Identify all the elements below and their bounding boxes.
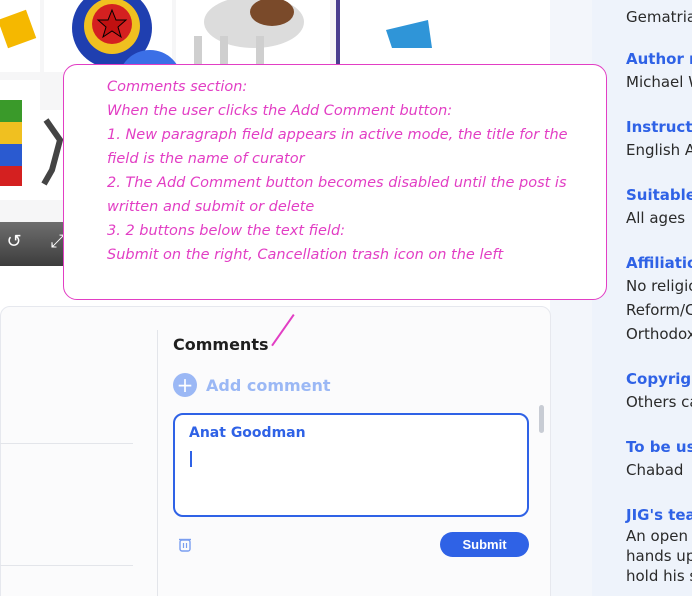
column-divider [157,330,158,596]
author-section: Author n Michael W [626,48,692,94]
suitable-label: Suitable f [626,186,692,204]
add-comment-button[interactable]: + Add comment [173,373,331,397]
suitable-section: Suitable f All ages [626,184,692,230]
jig-section: JIG's teac An open hands up hold his s [626,504,692,586]
to-be-used-label: To be use [626,438,692,456]
annotation-line: Submit on the right, Cancellation trash … [107,247,504,263]
author-value: Michael W [626,73,692,91]
curator-name: Anat Goodman [189,425,306,441]
add-comment-label: Add comment [206,375,331,395]
gematria-value: Gematria [626,8,692,26]
logo-image[interactable] [336,0,450,72]
annotation-line: 1. New paragraph field appears in active… [107,127,568,143]
page: ↺ ⤢ Gematria Author n Michael W Instruct… [0,0,692,596]
lego-brick-image[interactable] [0,0,40,72]
rotate-icon[interactable]: ↺ [2,230,26,254]
trash-icon[interactable] [177,536,193,552]
suitable-value: All ages [626,209,686,227]
affiliation-value: No religio [626,277,692,295]
instruction-label: Instructio [626,118,692,136]
annotation-note: Comments section: When the user clicks t… [63,64,607,300]
affiliation-value: Reform/C [626,301,692,319]
comment-field[interactable]: Anat Goodman [173,413,529,517]
jig-value: hands up [626,547,692,565]
copyright-value: Others ca [626,393,692,411]
to-be-used-value: Chabad [626,461,684,479]
copyright-section: Copyrigh Others ca [626,368,692,414]
lego-tower-image[interactable] [0,80,40,200]
jig-value: hold his s [626,567,692,585]
jig-label: JIG's teac [626,506,692,524]
instruction-value: English A [626,141,692,159]
affiliation-label: Affiliation [626,254,692,272]
plus-icon: + [173,373,197,397]
copyright-label: Copyrigh [626,370,692,388]
divider [0,443,133,444]
author-label: Author n [626,50,692,68]
affiliation-section: Affiliation No religio Reform/C Orthodox [626,252,692,346]
text-caret [190,451,192,467]
annotation-line: Comments section: [107,79,248,95]
submit-button[interactable]: Submit [440,532,529,557]
scrollbar[interactable] [539,405,544,433]
instruction-section: Instructio English A [626,116,692,162]
annotation-line: 2. The Add Comment button becomes disabl… [107,175,567,191]
annotation-line: field is the name of curator [107,151,305,167]
gematria-section: Gematria [626,5,692,29]
divider [0,565,133,566]
annotation-line: When the user clicks the Add Comment but… [107,103,453,119]
to-be-used-section: To be use Chabad [626,436,692,482]
dog-image[interactable] [176,0,330,72]
jig-value: An open [626,527,688,545]
annotation-line: 3. 2 buttons below the text field: [107,223,346,239]
comments-title: Comments [173,335,269,354]
annotation-line: written and submit or delete [107,199,315,215]
affiliation-value: Orthodox [626,325,692,343]
info-panel: Gematria Author n Michael W Instructio E… [592,0,692,596]
